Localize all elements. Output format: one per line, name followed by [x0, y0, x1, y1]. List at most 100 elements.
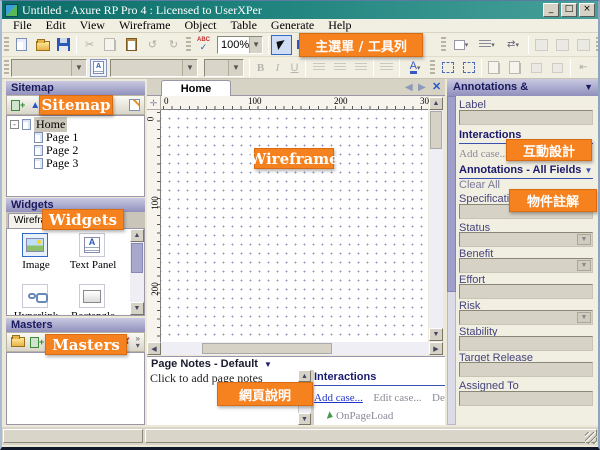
benefit-select[interactable]: ▼	[459, 258, 593, 273]
toolbar-grip[interactable]	[4, 37, 9, 53]
font-color-button[interactable]: A ▾	[402, 58, 428, 78]
bold-button[interactable]: B	[252, 58, 269, 78]
distribute-h-button[interactable]: ⇤	[573, 58, 594, 78]
edit-case-link[interactable]: Edit case...	[373, 392, 421, 404]
scroll-thumb[interactable]	[430, 111, 442, 149]
widget-image[interactable]	[22, 233, 48, 257]
edit-page-button[interactable]	[129, 99, 140, 111]
toolbar-grip[interactable]	[596, 37, 600, 53]
bullet-list-button[interactable]	[376, 58, 397, 78]
zoom-dropdown-arrow[interactable]: ▼	[249, 37, 262, 53]
size-dropdown-arrow[interactable]: ▼	[228, 60, 243, 76]
masters-overflow-button[interactable]: »▾	[136, 335, 140, 349]
open-button[interactable]	[32, 35, 53, 55]
pointer-tool-button[interactable]: ◤	[271, 35, 292, 55]
scroll-up-icon[interactable]: ▲	[429, 97, 443, 110]
scroll-up-icon[interactable]: ▲	[130, 229, 144, 242]
menu-view[interactable]: View	[73, 18, 112, 33]
align-shape-left-button[interactable]	[531, 35, 552, 55]
send-to-back-button[interactable]	[505, 58, 526, 78]
canvas-hscrollbar[interactable]: ◀ ▶	[147, 342, 443, 355]
send-backward-button[interactable]	[547, 58, 568, 78]
delete-case-link[interactable]: Delete case...	[432, 392, 445, 404]
select-arrow-icon[interactable]: ▼	[577, 312, 591, 323]
stability-input[interactable]	[459, 336, 593, 351]
label-input[interactable]	[459, 110, 593, 125]
scroll-down-icon[interactable]: ▼	[130, 302, 144, 315]
menu-help[interactable]: Help	[321, 18, 358, 33]
prev-tab-icon[interactable]: ◀	[405, 82, 413, 93]
next-tab-icon[interactable]: ▶	[418, 82, 426, 93]
copy-button[interactable]	[100, 35, 121, 55]
font-family-combobox[interactable]: ▼	[11, 59, 87, 77]
wireframe-canvas[interactable]	[161, 110, 428, 342]
arrow-style-button[interactable]: ⇄ ▾	[500, 35, 526, 55]
underline-button[interactable]: U	[286, 58, 303, 78]
all-fields-dropdown-icon[interactable]: ▼	[585, 166, 593, 175]
canvas-vscrollbar[interactable]: ▲ ▼	[429, 97, 443, 341]
ungroup-button[interactable]	[458, 58, 479, 78]
scroll-down-icon[interactable]: ▼	[429, 328, 443, 341]
toolbar-grip[interactable]	[186, 37, 191, 53]
bring-to-front-button[interactable]	[484, 58, 505, 78]
toolbar-grip[interactable]	[430, 60, 435, 76]
page-notes-header[interactable]: Page Notes - Default ▼	[147, 356, 445, 370]
zoom-combobox[interactable]: 100% ▼	[217, 36, 263, 54]
assigned-to-input[interactable]	[459, 391, 593, 406]
onpageload-event[interactable]: OnPageLoad	[336, 410, 393, 422]
status-select[interactable]: ▼	[459, 232, 593, 247]
scroll-thumb[interactable]	[131, 243, 143, 273]
masters-list[interactable]	[6, 352, 145, 425]
undo-button[interactable]: ↺	[142, 35, 163, 55]
toolbar-grip[interactable]	[441, 37, 446, 53]
menu-wireframe[interactable]: Wireframe	[112, 18, 177, 33]
paste-button[interactable]	[121, 35, 142, 55]
add-page-button[interactable]: +	[11, 100, 25, 111]
menu-object[interactable]: Object	[177, 18, 223, 33]
save-button[interactable]	[53, 35, 74, 55]
select-arrow-icon[interactable]: ▼	[577, 260, 591, 271]
bring-forward-button[interactable]	[526, 58, 547, 78]
maximize-button[interactable]: □	[561, 3, 577, 17]
risk-select[interactable]: ▼	[459, 310, 593, 325]
spellcheck-button[interactable]: ABC ✓	[193, 35, 214, 55]
style-dropdown-arrow[interactable]: ▼	[182, 60, 197, 76]
cut-button[interactable]: ✂	[79, 35, 100, 55]
target-release-input[interactable]	[459, 362, 593, 377]
widget-rectangle[interactable]	[79, 284, 105, 308]
scroll-down-icon[interactable]: ▼	[298, 413, 311, 425]
style-editor-button[interactable]: A	[90, 59, 107, 77]
add-case-link[interactable]: Add case...	[314, 392, 363, 404]
effort-input[interactable]	[459, 284, 593, 299]
add-master-button[interactable]: +	[30, 337, 44, 348]
align-shape-right-button[interactable]	[573, 35, 594, 55]
annotations-scroll-thumb[interactable]	[447, 96, 456, 292]
tab-home[interactable]: Home	[161, 80, 231, 96]
redo-button[interactable]: ↻	[163, 35, 184, 55]
align-right-button[interactable]	[350, 58, 371, 78]
menu-file[interactable]: File	[6, 18, 39, 33]
tree-item-page3[interactable]: Page 3	[7, 157, 144, 170]
align-left-button[interactable]	[308, 58, 329, 78]
menu-table[interactable]: Table	[223, 18, 263, 33]
masters-folder-icon[interactable]	[11, 337, 25, 347]
border-style-button[interactable]: ▾	[448, 35, 474, 55]
close-tab-icon[interactable]: ✕	[432, 80, 441, 93]
scroll-left-icon[interactable]: ◀	[147, 342, 161, 355]
scroll-right-icon[interactable]: ▶	[429, 342, 443, 355]
clear-all-link[interactable]: Clear All	[459, 179, 500, 191]
page-notes-dropdown-icon[interactable]: ▼	[264, 360, 272, 369]
group-button[interactable]	[437, 58, 458, 78]
line-style-button[interactable]: ▾	[474, 35, 500, 55]
new-button[interactable]	[11, 35, 32, 55]
menu-edit[interactable]: Edit	[39, 18, 73, 33]
align-shape-center-button[interactable]	[552, 35, 573, 55]
font-style-combobox[interactable]: ▼	[110, 59, 198, 77]
font-dropdown-arrow[interactable]: ▼	[71, 60, 86, 76]
menu-generate[interactable]: Generate	[264, 18, 321, 33]
italic-button[interactable]: I	[269, 58, 286, 78]
widget-text-panel[interactable]: A	[79, 233, 105, 257]
scroll-up-icon[interactable]: ▲	[298, 370, 311, 382]
close-button[interactable]: ×	[579, 3, 595, 17]
widgets-scrollbar[interactable]: ▲ ▼	[130, 229, 144, 315]
